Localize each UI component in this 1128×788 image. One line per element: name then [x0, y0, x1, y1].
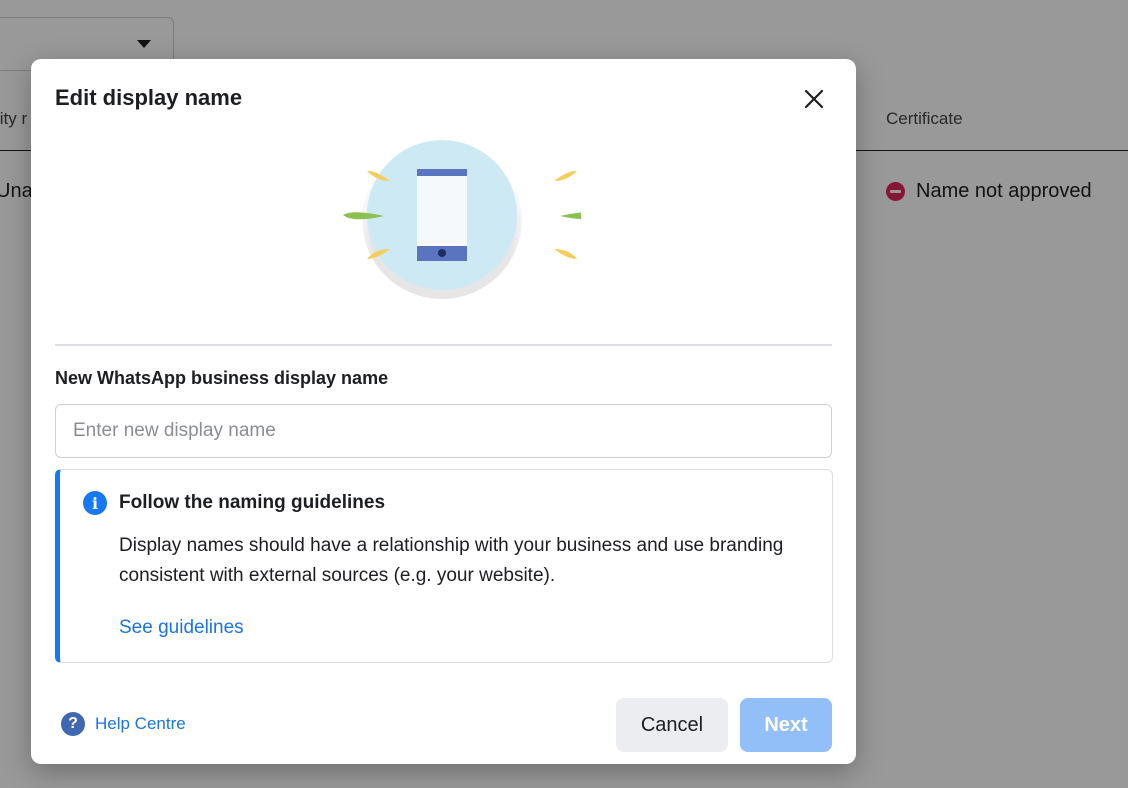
- edit-display-name-dialog: Edit display name New WhatsApp business …: [31, 59, 856, 764]
- section-divider: [55, 344, 832, 346]
- naming-guidelines-notice: i Follow the naming guidelines Display n…: [55, 469, 833, 663]
- notice-body: Display names should have a relationship…: [119, 535, 784, 586]
- see-guidelines-link[interactable]: See guidelines: [119, 617, 244, 639]
- display-name-input[interactable]: [55, 404, 832, 458]
- phone-illustration: [343, 139, 581, 299]
- next-button[interactable]: Next: [740, 698, 832, 752]
- dialog-title: Edit display name: [55, 85, 243, 110]
- help-centre-link[interactable]: ? Help Centre: [61, 712, 186, 736]
- close-button[interactable]: [797, 82, 831, 116]
- help-centre-label: Help Centre: [95, 714, 186, 733]
- question-icon: ?: [61, 712, 85, 736]
- display-name-label: New WhatsApp business display name: [55, 368, 389, 388]
- cancel-button[interactable]: Cancel: [616, 698, 728, 752]
- close-icon: [804, 89, 824, 109]
- notice-title: Follow the naming guidelines: [119, 492, 386, 513]
- info-icon: i: [83, 491, 107, 515]
